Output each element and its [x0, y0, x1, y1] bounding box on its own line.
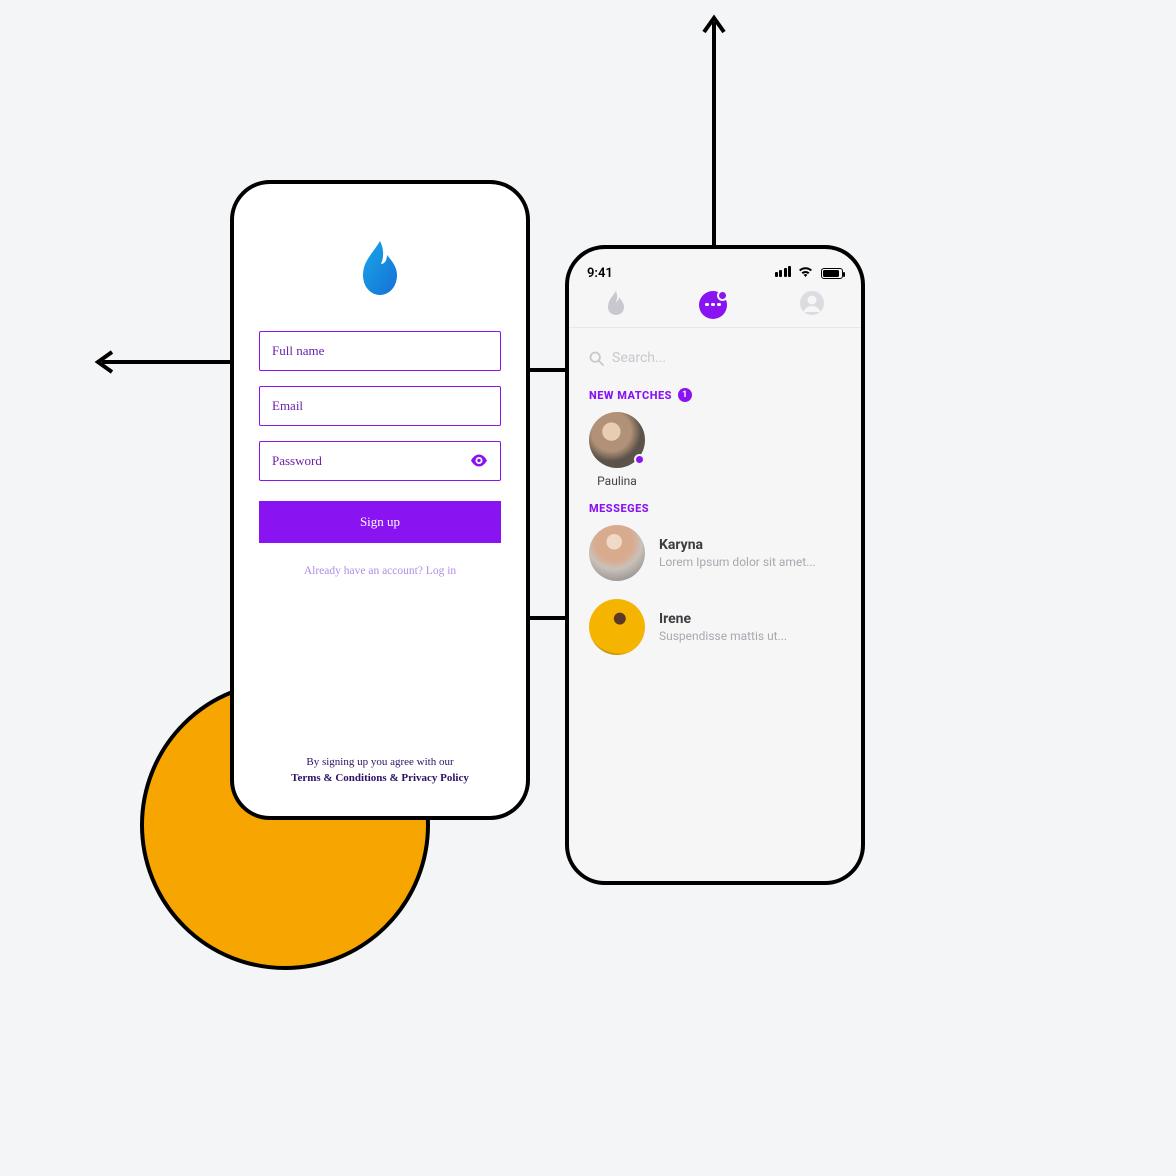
- status-time: 9:41: [587, 266, 613, 281]
- match-name: Paulina: [589, 474, 645, 488]
- password-field[interactable]: [272, 453, 488, 469]
- thread-preview: Suspendisse mattis ut...: [659, 629, 787, 643]
- password-field-wrapper: [259, 441, 501, 481]
- avatar: [589, 525, 645, 581]
- fullname-field[interactable]: [272, 343, 488, 359]
- thread-name: Karyna: [659, 537, 816, 553]
- match-item[interactable]: Paulina: [589, 412, 645, 488]
- app-logo: [357, 239, 403, 301]
- avatar: [589, 599, 645, 655]
- nav-chat-icon[interactable]: [699, 291, 727, 319]
- thread-name: Irene: [659, 611, 787, 627]
- signup-form: Sign up Already have an account? Log in: [234, 331, 526, 577]
- wifi-icon: [798, 265, 813, 281]
- message-list: Karyna Lorem Ipsum dolor sit amet... Ire…: [569, 525, 861, 673]
- email-field[interactable]: [272, 398, 488, 414]
- search-icon: [589, 351, 604, 366]
- signal-icon: [773, 266, 791, 281]
- new-matches-label: NEW MATCHES: [589, 389, 672, 402]
- status-bar: 9:41: [569, 258, 861, 288]
- flame-icon: [357, 239, 403, 297]
- arrow-left: [90, 350, 240, 374]
- search-placeholder: Search...: [612, 350, 666, 366]
- email-field-wrapper: [259, 386, 501, 426]
- status-indicators: [773, 265, 843, 281]
- message-thread[interactable]: Karyna Lorem Ipsum dolor sit amet...: [589, 525, 841, 581]
- connector-bottom: [526, 616, 570, 620]
- message-thread[interactable]: Irene Suspendisse mattis ut...: [589, 599, 841, 655]
- top-nav: [569, 288, 861, 328]
- login-link[interactable]: Already have an account? Log in: [259, 565, 501, 577]
- signup-button[interactable]: Sign up: [259, 501, 501, 543]
- messages-header: MESSEGES: [569, 488, 861, 525]
- connector-top: [526, 368, 570, 372]
- matches-row: Paulina: [569, 412, 861, 488]
- signup-footer: By signing up you agree with our Terms &…: [234, 755, 526, 786]
- battery-icon: [821, 268, 843, 279]
- new-matches-header: NEW MATCHES 1: [569, 374, 861, 412]
- fullname-field-wrapper: [259, 331, 501, 371]
- avatar: [589, 412, 645, 468]
- footer-line1: By signing up you agree with our: [234, 755, 526, 770]
- arrow-up: [702, 10, 726, 250]
- online-dot: [634, 454, 645, 465]
- messages-label: MESSEGES: [589, 502, 649, 515]
- show-password-icon[interactable]: [470, 452, 488, 471]
- phone-signup: Sign up Already have an account? Log in …: [230, 180, 530, 820]
- phone-messages: 9:41 Search... NEW MATCHES 1: [565, 245, 865, 885]
- nav-discover-icon[interactable]: [605, 290, 627, 320]
- thread-preview: Lorem Ipsum dolor sit amet...: [659, 555, 816, 569]
- terms-privacy-link[interactable]: Terms & Conditions & Privacy Policy: [234, 771, 526, 786]
- nav-profile-icon[interactable]: [799, 290, 825, 320]
- search-row[interactable]: Search...: [569, 328, 861, 374]
- new-matches-count: 1: [678, 388, 692, 402]
